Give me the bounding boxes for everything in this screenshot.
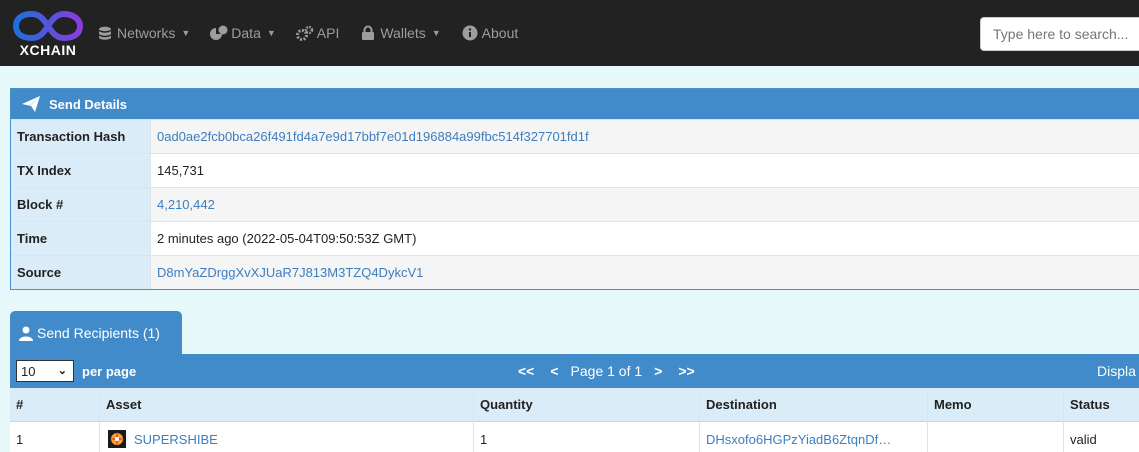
nav-about-label: About [481,25,519,41]
detail-key: Transaction Hash [11,120,151,153]
nav-wallets[interactable]: Wallets ▼ [359,25,441,41]
col-header-memo[interactable]: Memo [928,387,1064,422]
detail-row-source: Source D8mYaZDrggXvXJUaR7J813M3TZQ4DykcV… [11,255,1139,289]
tx-hash-link[interactable]: 0ad0ae2fcb0bca26f491fd4a7e9d17bbf7e01d19… [157,129,589,144]
per-page-label: per page [82,363,137,379]
asset-link[interactable]: SUPERSHIBE [134,432,218,447]
info-icon [461,25,479,41]
paper-plane-icon [21,95,43,113]
detail-row-time: Time 2 minutes ago (2022-05-04T09:50:53Z… [11,221,1139,255]
col-header-quantity[interactable]: Quantity [474,387,700,422]
send-details-title: Send Details [49,96,128,112]
row-destination: DHsxofo6HGPzYiadB6ZtqnDf… [700,422,928,452]
row-asset: SUPERSHIBE [100,422,474,452]
detail-key: Block # [11,188,151,221]
database-icon [96,25,114,41]
nav-wallets-label: Wallets [380,25,426,41]
row-memo [928,422,1064,452]
nav-networks-label: Networks [117,25,176,41]
nav-networks[interactable]: Networks ▼ [96,25,190,41]
time-value: 2 minutes ago (2022-05-04T09:50:53Z GMT) [151,222,1139,255]
per-page-select[interactable]: 10 ⌄ [16,360,74,382]
pager: << < Page 1 of 1 > >> [510,354,703,388]
nav-data-label: Data [231,25,261,41]
per-page-value: 10 [21,363,36,379]
nav-data[interactable]: Data ▼ [210,25,276,41]
send-details-panel: Send Details Transaction Hash 0ad0ae2fcb… [10,88,1139,290]
next-page-button[interactable]: > [654,363,662,379]
col-header-status[interactable]: Status [1064,388,1139,422]
brand-text: XCHAIN [19,42,77,58]
tx-index-value: 145,731 [151,154,1139,187]
send-details-heading: Send Details [11,89,1139,119]
col-header-number[interactable]: # [10,387,100,422]
caret-down-icon: ▼ [431,28,441,38]
last-page-button[interactable]: >> [678,363,694,379]
nav-api-label: API [316,25,340,41]
chevron-down-icon: ⌄ [57,365,67,377]
detail-key: TX Index [11,154,151,187]
recipients-toolbar: 10 ⌄ per page << < Page 1 of 1 > >> Disp… [10,354,1139,388]
detail-key: Time [11,222,151,255]
source-link[interactable]: D8mYaZDrggXvXJUaR7J813M3TZQ4DykcV1 [157,265,423,280]
xchain-logo-icon [12,10,84,42]
row-number: 1 [10,422,100,452]
table-row: 1 SUPERSHIBE 1 DHsxofo6HGPzYiadB6ZtqnDf…… [10,422,1139,452]
lock-icon [359,25,377,41]
supershibe-asset-icon [108,430,126,448]
destination-link[interactable]: DHsxofo6HGPzYiadB6ZtqnDf… [706,432,891,447]
detail-row-tx-hash: Transaction Hash 0ad0ae2fcb0bca26f491fd4… [11,119,1139,153]
tab-send-recipients-label: Send Recipients (1) [37,325,160,341]
row-quantity: 1 [474,422,700,452]
col-header-asset[interactable]: Asset [100,387,474,422]
detail-row-block: Block # 4,210,442 [11,187,1139,221]
caret-down-icon: ▼ [181,28,191,38]
detail-row-tx-index: TX Index 145,731 [11,153,1139,187]
tab-send-recipients[interactable]: Send Recipients (1) [10,311,182,355]
chart-icon [210,25,228,41]
recipients-table: # Asset Quantity Destination Memo Status… [10,387,1139,452]
nav-about[interactable]: About [461,25,519,41]
page-text: Page 1 of 1 [570,363,643,379]
detail-key: Source [11,256,151,289]
search-input[interactable] [980,17,1139,51]
first-page-button[interactable]: << [518,363,534,379]
brand-logo[interactable]: XCHAIN [0,0,96,66]
navbar: XCHAIN Networks ▼ Data ▼ API Wallets ▼ A… [0,0,1139,66]
caret-down-icon: ▼ [266,28,276,38]
gears-icon [295,25,314,41]
block-link[interactable]: 4,210,442 [157,197,215,212]
table-header: # Asset Quantity Destination Memo Status [10,387,1139,422]
prev-page-button[interactable]: < [550,363,558,379]
row-status: valid [1070,431,1097,447]
display-info: Displa [1097,363,1136,379]
nav-api[interactable]: API [295,25,340,41]
user-icon [18,325,34,341]
col-header-destination[interactable]: Destination [700,387,928,422]
